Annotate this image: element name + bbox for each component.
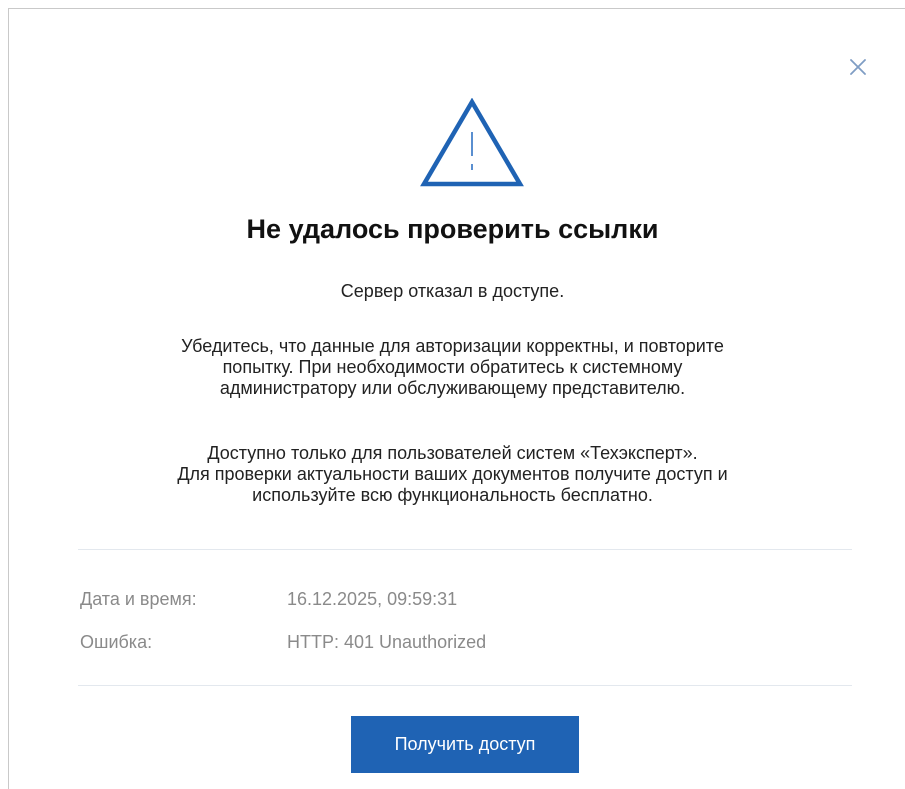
access-info-text: Доступно только для пользователей систем… xyxy=(177,443,728,505)
close-icon xyxy=(850,59,866,75)
get-access-button[interactable]: Получить доступ xyxy=(351,716,579,773)
error-value: HTTP: 401 Unauthorized xyxy=(287,632,487,652)
error-message: Сервер отказал в доступе. xyxy=(340,281,565,301)
date-label: Дата и время: xyxy=(80,589,197,609)
divider-top xyxy=(78,549,852,550)
date-value: 16.12.2025, 09:59:31 xyxy=(287,589,458,609)
close-button[interactable] xyxy=(845,54,871,80)
dialog-title: Не удалось проверить ссылки xyxy=(246,214,659,244)
instruction-text: Убедитесь, что данные для авторизации ко… xyxy=(181,336,724,398)
divider-bottom xyxy=(78,685,852,686)
error-label: Ошибка: xyxy=(80,632,153,652)
warning-triangle-icon xyxy=(420,98,524,187)
